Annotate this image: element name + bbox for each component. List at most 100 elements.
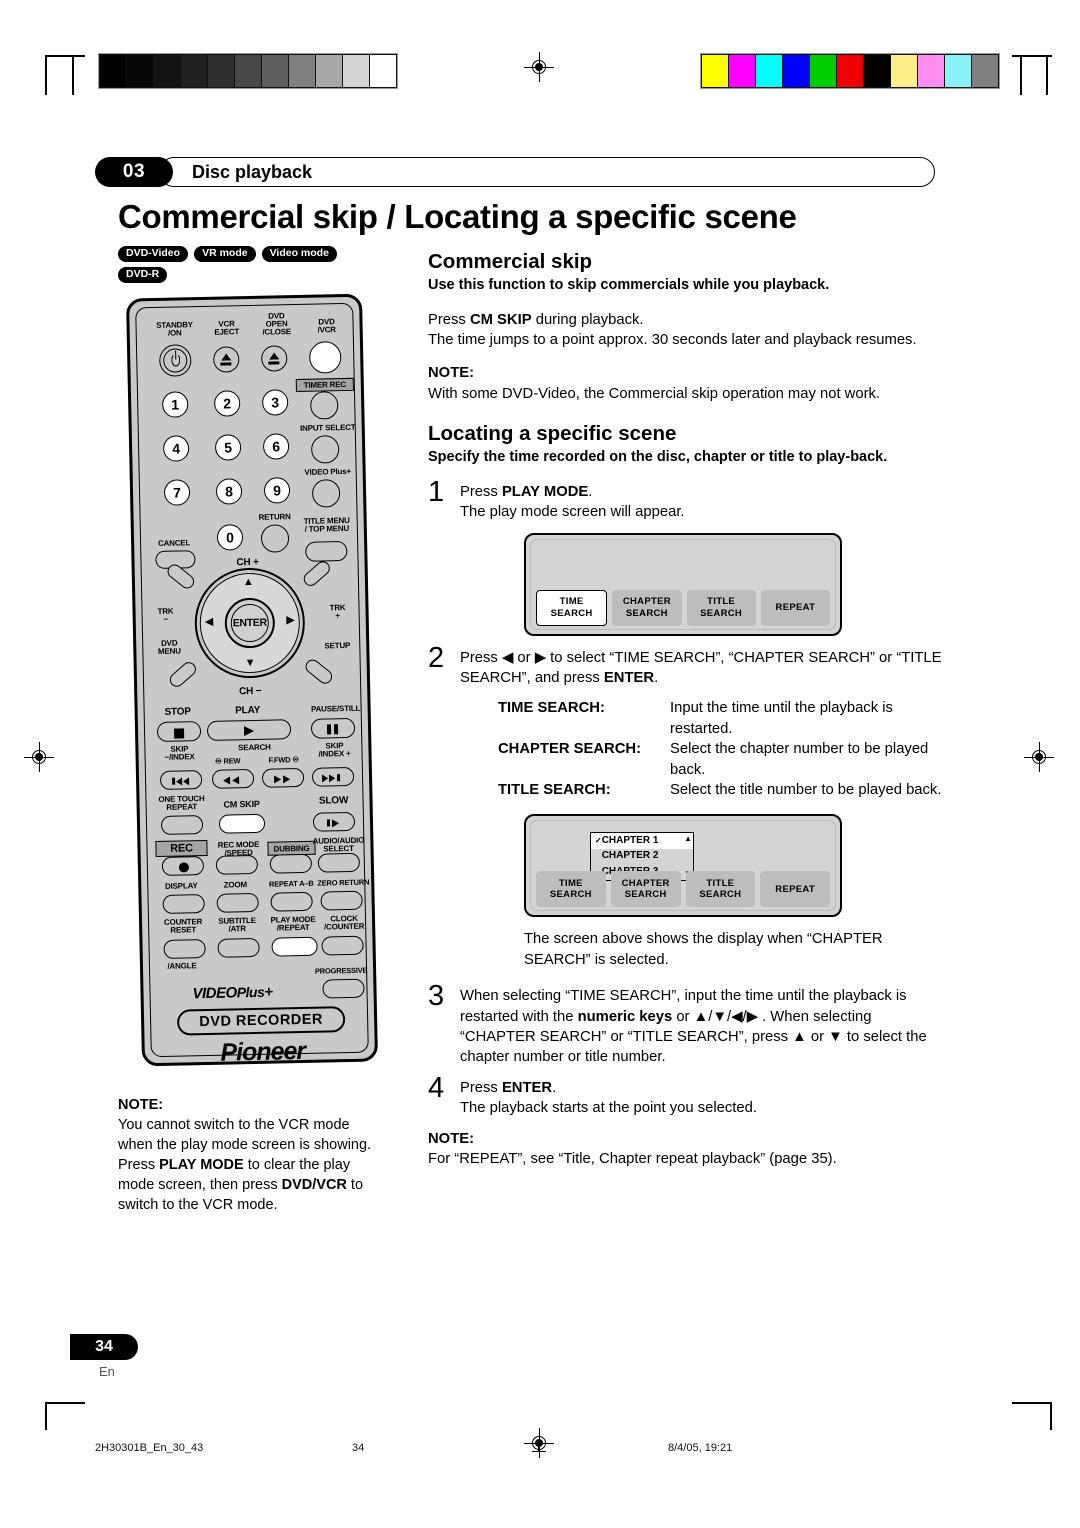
corner-button-bottom-right[interactable] [302, 656, 335, 687]
numeric-key-1[interactable]: 1 [161, 391, 189, 418]
osd2-time-search-line2: SEARCH [549, 889, 592, 901]
timer-rec-button[interactable] [309, 391, 339, 420]
chapter-list-item-2[interactable]: ✓CHAPTER 2 [591, 849, 693, 865]
numeric-key-3[interactable]: 3 [261, 389, 289, 416]
numeric-key-9[interactable]: 9 [263, 477, 291, 504]
skip-forward-button[interactable] [311, 766, 355, 787]
grayscale-swatch-5 [235, 55, 261, 87]
numeric-key-6[interactable]: 6 [262, 433, 290, 460]
definition-time-search-term: TIME SEARCH: [498, 700, 605, 717]
definition-chapter-search: CHAPTER SEARCH: Select the chapter numbe… [498, 739, 948, 780]
pause-still-button[interactable] [310, 717, 356, 739]
chapter-scroll-up-icon[interactable]: ▲ [684, 835, 692, 843]
zoom-button[interactable] [216, 892, 259, 913]
stop-button[interactable] [156, 721, 202, 742]
numeric-key-5[interactable]: 5 [214, 434, 242, 461]
numeric-key-8[interactable]: 8 [215, 478, 243, 505]
dvd-vcr-button[interactable] [308, 341, 342, 374]
audio-select-button[interactable] [317, 852, 361, 873]
cm-skip-button[interactable] [218, 813, 266, 834]
osd-repeat-button[interactable]: REPEAT [760, 589, 830, 626]
step-4-suffix: . [552, 1079, 557, 1096]
page-title: Commercial skip / Locating a specific sc… [118, 198, 797, 235]
rec-button[interactable] [161, 856, 205, 876]
osd2-title-search-line1: TITLE [706, 878, 735, 890]
osd-chapter-search-button[interactable]: CHAPTER SEARCH [612, 589, 682, 626]
dubbing-button[interactable] [269, 853, 313, 874]
osd-title-search-line1: TITLE [707, 596, 736, 608]
step-2-number: 2 [428, 641, 445, 674]
input-select-button[interactable] [310, 435, 340, 464]
vcr-eject-label: VCR EJECT [214, 319, 240, 337]
corner-button-bottom-left[interactable] [166, 659, 199, 690]
step-3-body: When selecting “TIME SEARCH”, input the … [460, 986, 948, 1068]
corner-button-top-right[interactable] [300, 558, 333, 589]
rec-mode-speed-button[interactable] [215, 854, 259, 875]
commercial-skip-note-label: NOTE: [428, 365, 475, 382]
chapter-screen-button-row: TIME SEARCH CHAPTER SEARCH TITLE SEARCH … [536, 871, 830, 908]
osd-title-search-button[interactable]: TITLE SEARCH [686, 589, 756, 626]
zero-return-button[interactable] [320, 890, 363, 911]
standby-on-button[interactable] [158, 344, 192, 377]
numeric-key-4[interactable]: 4 [162, 435, 190, 462]
search-label: SEARCH [238, 742, 271, 753]
cm-skip-detail: The time jumps to a point approx. 30 sec… [428, 331, 917, 348]
dpad-left-icon[interactable]: ◀ [205, 616, 214, 628]
vcr-eject-button[interactable] [213, 346, 240, 373]
title-menu-button[interactable] [305, 540, 348, 562]
skip-index-plus-label: SKIP/INDEX + [318, 741, 351, 759]
numeric-key-7[interactable]: 7 [163, 479, 191, 506]
grayscale-swatch-8 [316, 55, 342, 87]
video-plus-button[interactable] [311, 479, 341, 508]
dpad-up-icon[interactable]: ▲ [243, 576, 254, 588]
definition-title-search: TITLE SEARCH: Select the title number to… [498, 780, 948, 800]
input-select-label: INPUT SELECT [299, 422, 356, 433]
play-mode-repeat-button[interactable] [271, 936, 318, 957]
osd-time-search-button[interactable]: TIME SEARCH [536, 589, 608, 626]
osd-time-search-line2: SEARCH [550, 607, 593, 619]
grayscale-swatch-0 [100, 55, 126, 87]
play-button[interactable] [206, 719, 292, 741]
definition-time-search: TIME SEARCH: Input the time until the pl… [498, 698, 948, 739]
left-note: NOTE: You cannot switch to the VCR mode … [118, 1095, 380, 1215]
print-footer-file: 2H30301B_En_30_43 [95, 1442, 204, 1454]
osd2-title-search-button[interactable]: TITLE SEARCH [685, 871, 756, 908]
osd-chapter-search-line1: CHAPTER [622, 596, 671, 608]
return-button[interactable] [260, 524, 290, 553]
color-swatch-1 [729, 55, 755, 87]
cm-skip-bold: CM SKIP [469, 311, 532, 328]
dvd-open-close-button[interactable] [261, 345, 288, 372]
clock-counter-button[interactable] [321, 935, 364, 956]
navigation-dpad[interactable]: ▲ ▼ ◀ ▶ ENTER [193, 566, 306, 680]
color-swatch-9 [945, 55, 971, 87]
progressive-button[interactable] [322, 978, 365, 999]
osd2-time-search-button[interactable]: TIME SEARCH [536, 871, 606, 908]
audio-select-label: AUDIO/AUDIO SELECT [312, 835, 365, 854]
osd2-repeat-button[interactable]: REPEAT [760, 871, 830, 908]
clock-counter-label: CLOCK/COUNTER [324, 913, 365, 932]
play-mode-repeat-label: PLAY MODE/REPEAT [270, 914, 316, 933]
osd2-chapter-search-button[interactable]: CHAPTER SEARCH [610, 871, 681, 908]
dpad-right-icon[interactable]: ▶ [286, 614, 295, 626]
osd2-time-search-line1: TIME [558, 878, 583, 890]
slow-button[interactable] [312, 811, 356, 832]
dpad-down-icon[interactable]: ▼ [245, 657, 256, 669]
angle-label: /ANGLE [167, 961, 197, 971]
page-number-badge: 34 [70, 1334, 138, 1360]
chapter-list-item-1[interactable]: ✓CHAPTER 1 ▲ [591, 833, 693, 849]
numeric-key-0[interactable]: 0 [216, 524, 244, 551]
timer-rec-label: TIMER REC [295, 377, 354, 393]
skip-back-button[interactable] [159, 770, 203, 790]
disc-type-badges: DVD-Video VR mode Video mode DVD-R [118, 246, 408, 288]
rewind-button[interactable] [211, 768, 255, 789]
one-touch-repeat-button[interactable] [160, 815, 204, 835]
osd-time-search-line1: TIME [559, 596, 584, 608]
counter-reset-button[interactable] [163, 939, 206, 959]
subtitle-atr-button[interactable] [217, 937, 260, 958]
setup-label: SETUP [324, 640, 351, 651]
repeat-ab-button[interactable] [270, 891, 313, 912]
numeric-key-2[interactable]: 2 [213, 390, 241, 417]
display-button[interactable] [162, 894, 205, 914]
step-2-bold: ENTER [603, 669, 655, 686]
fast-forward-button[interactable] [261, 767, 305, 788]
